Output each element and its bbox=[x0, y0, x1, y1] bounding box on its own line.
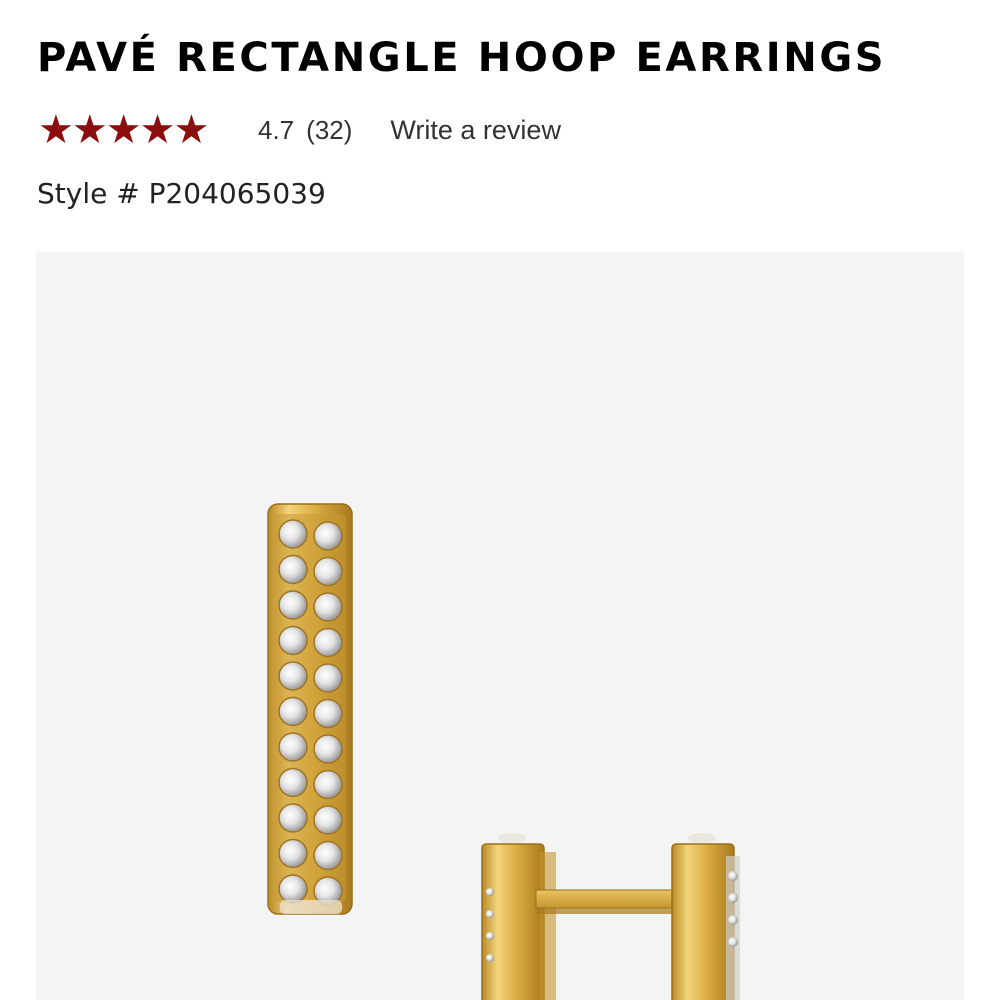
pave-stone bbox=[313, 698, 343, 729]
earrings-illustration bbox=[267, 503, 740, 1000]
pave-stone bbox=[313, 663, 343, 693]
pave-stone bbox=[278, 625, 308, 656]
pave-stone bbox=[313, 521, 343, 551]
pave-stone bbox=[278, 838, 308, 869]
pave-stone bbox=[278, 661, 308, 691]
pave-stone bbox=[313, 627, 343, 658]
pave-stone bbox=[278, 803, 308, 833]
product-title: PAVÉ RECTANGLE HOOP EARRINGS bbox=[37, 35, 887, 81]
pave-stone bbox=[313, 805, 343, 835]
product-image[interactable] bbox=[36, 252, 964, 1000]
pave-stone bbox=[313, 840, 343, 871]
rating-value: 4.7 bbox=[258, 114, 295, 145]
pave-stone bbox=[313, 556, 343, 587]
pave-stone bbox=[278, 732, 308, 762]
write-review-link[interactable]: Write a review bbox=[390, 115, 561, 146]
pave-stone bbox=[313, 769, 343, 800]
left-earring bbox=[267, 503, 353, 915]
review-count[interactable]: (32) bbox=[306, 115, 352, 146]
pave-stone bbox=[278, 590, 308, 620]
pave-stone bbox=[313, 592, 343, 622]
pave-stone bbox=[313, 734, 343, 764]
star-rating[interactable]: ★★★★★ ★★★★★ bbox=[38, 108, 218, 152]
rating-row: ★★★★★ ★★★★★ 4.7 (32) Write a review bbox=[38, 108, 561, 152]
pave-stone bbox=[278, 874, 308, 904]
pave-stone bbox=[278, 767, 308, 798]
pave-stone bbox=[278, 696, 308, 727]
pave-stone bbox=[278, 519, 308, 549]
pave-stone bbox=[278, 554, 308, 585]
style-number: Style # P204065039 bbox=[37, 177, 326, 210]
star-rating-filled: ★★★★★ bbox=[38, 108, 208, 152]
right-earring bbox=[481, 833, 740, 1000]
